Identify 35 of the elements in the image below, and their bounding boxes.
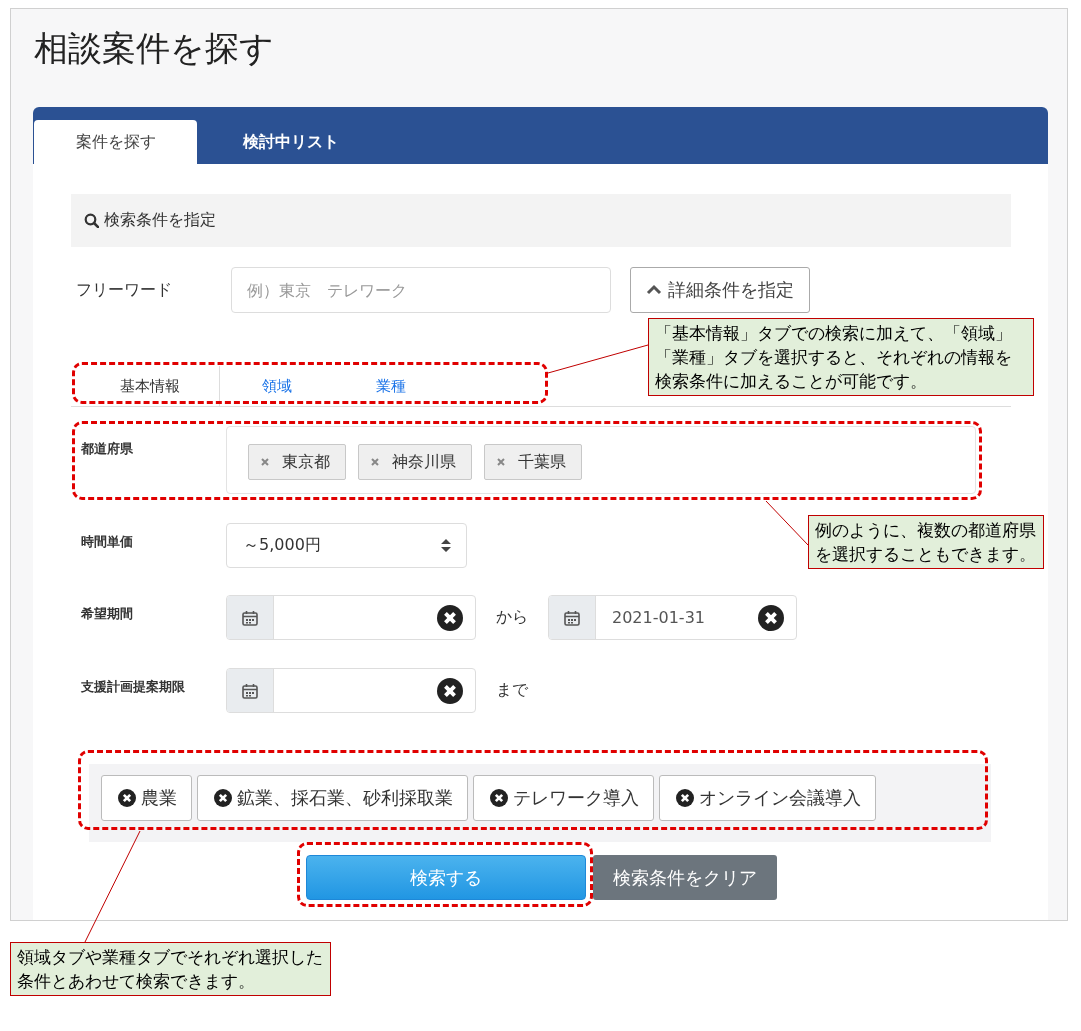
chip-label: 神奈川県 [392, 451, 456, 473]
field-label: フリーワード [75, 279, 173, 301]
detail-conditions-button[interactable]: 詳細条件を指定 [630, 267, 810, 313]
tab[interactable]: 案件を探す [34, 120, 197, 164]
condition-tag[interactable]: オンライン会議導入 [659, 775, 876, 821]
hourly-rate-select[interactable]: ～5,000円 [226, 523, 467, 568]
field-label: 支援計画提案期限 [80, 678, 186, 696]
sub-tab[interactable]: 領域 [220, 366, 334, 406]
prefecture-chip[interactable]: 千葉県 [484, 444, 582, 480]
prefecture-multiselect[interactable]: 東京都 神奈川県 千葉県 [226, 426, 976, 494]
chip-label: 千葉県 [518, 451, 566, 473]
date-value: 2021-01-31 [612, 608, 705, 627]
freeword-input[interactable]: 例）東京 テレワーク [231, 267, 611, 313]
chip-label: 東京都 [282, 451, 330, 473]
section-title: 検索条件を指定 [104, 210, 216, 231]
range-suffix: まで [495, 679, 529, 701]
callout-note: 「基本情報」タブでの検索に加えて、「領域」「業種」タブを選択すると、それぞれの情報を検索条件に加えることが可能です。 [648, 318, 1034, 396]
condition-tag[interactable]: 農業 [101, 775, 192, 821]
sub-tab[interactable]: 業種 [334, 366, 448, 406]
range-separator: から [495, 606, 529, 628]
prefecture-chip[interactable]: 東京都 [248, 444, 346, 480]
select-value: ～5,000円 [243, 535, 321, 556]
date-field[interactable]: 2021-01-31 [548, 595, 797, 640]
field-label: 都道府県 [80, 440, 134, 458]
sub-tab[interactable]: 基本情報 [81, 366, 220, 406]
callout-note: 領域タブや業種タブでそれぞれ選択した条件とあわせて検索できます。 [10, 942, 331, 996]
callout-note: 例のように、複数の都道府県を選択することもできます。 [808, 515, 1044, 569]
condition-tag[interactable]: 鉱業、採石業、砂利採取業 [197, 775, 468, 821]
tab[interactable]: 検討中リスト [197, 120, 385, 164]
field-label: 希望期間 [80, 605, 134, 623]
page-title: 相談案件を探す [34, 27, 275, 70]
field-label: 時間単価 [80, 533, 134, 551]
prefecture-chip[interactable]: 神奈川県 [358, 444, 472, 480]
condition-tag[interactable]: テレワーク導入 [473, 775, 654, 821]
clear-conditions-button[interactable]: 検索条件をクリア [593, 855, 777, 900]
